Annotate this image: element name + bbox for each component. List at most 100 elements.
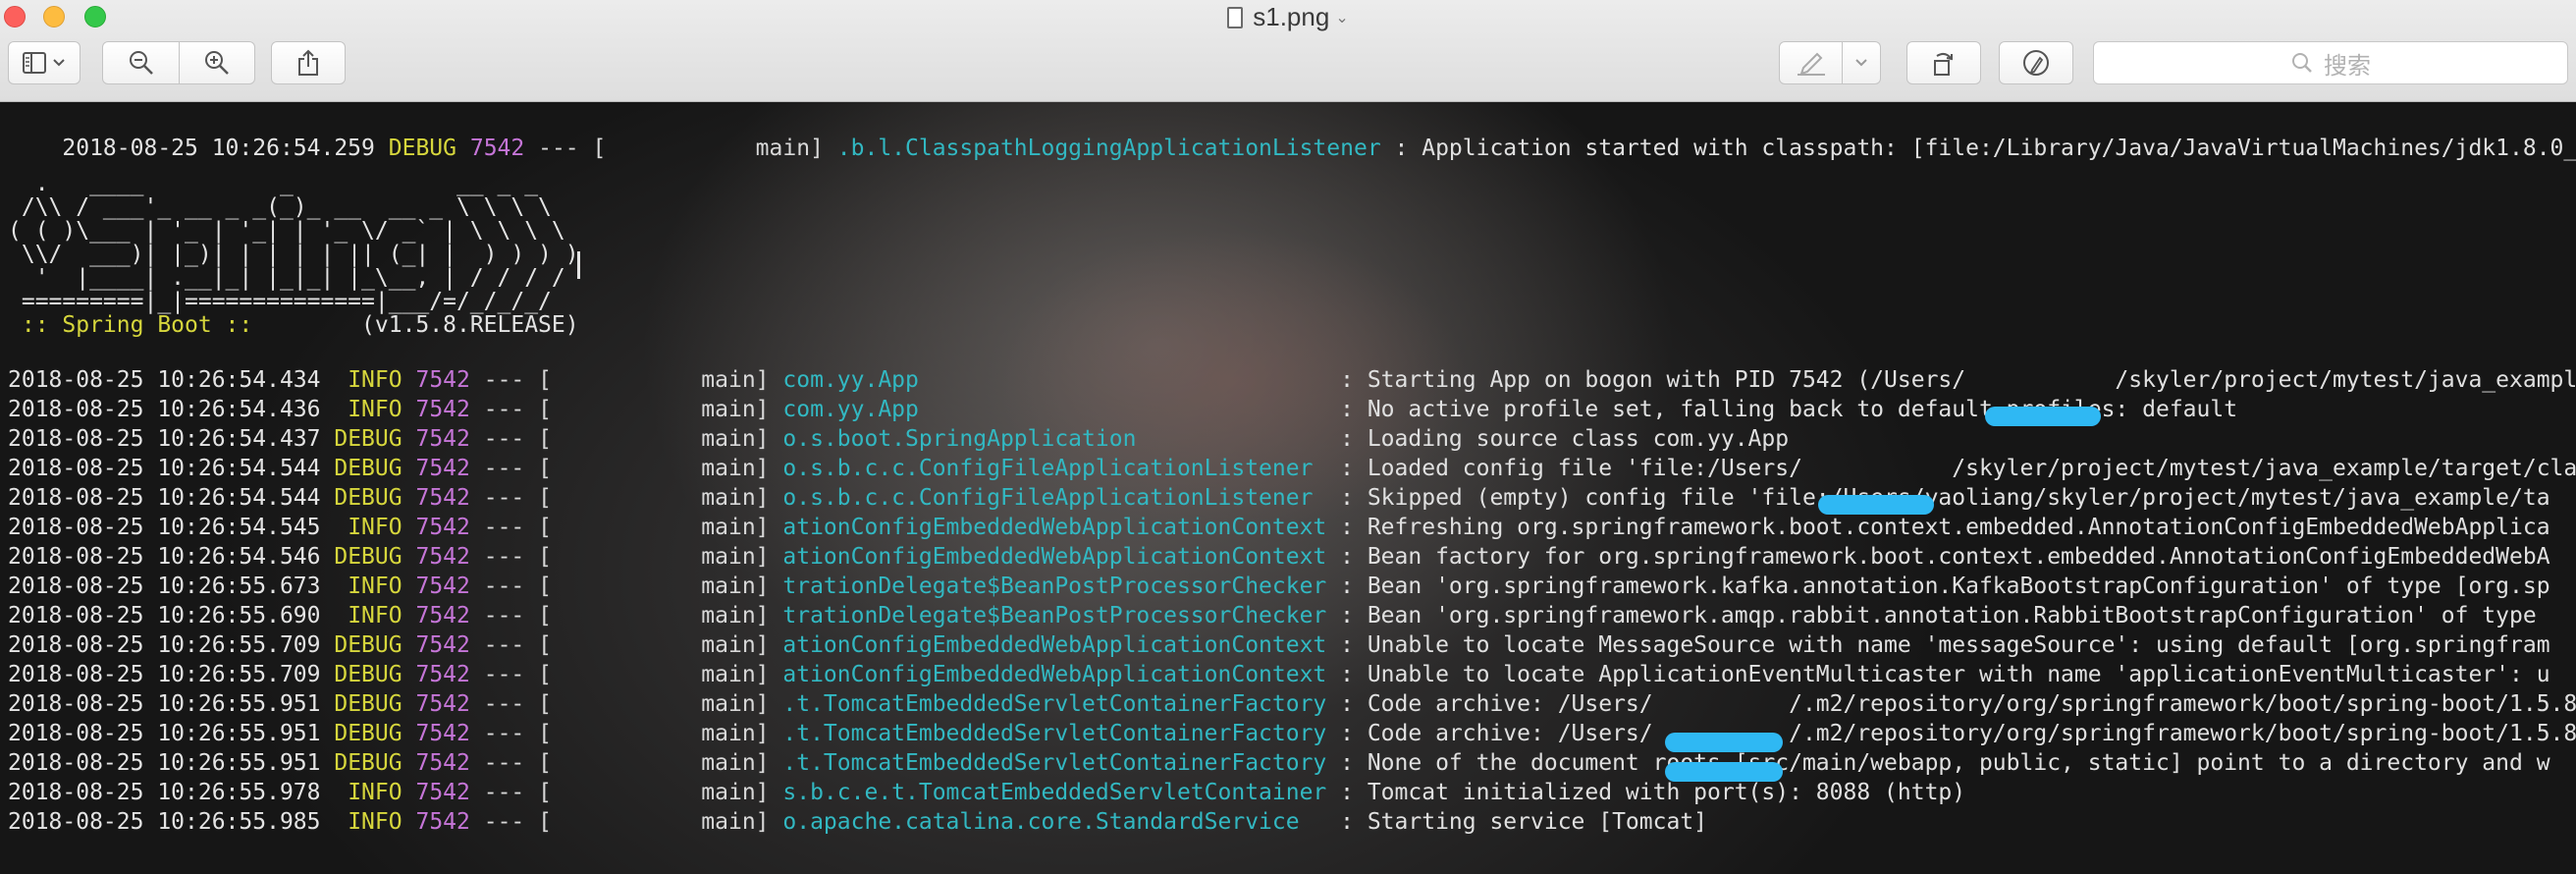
log-message: : Starting App on bogon with PID 7542 (/… (1340, 367, 2576, 393)
log-separator: --- (483, 426, 525, 452)
log-pid: 7542 (469, 136, 525, 161)
log-timestamp: 2018-08-25 10:26:55.951 (8, 750, 321, 776)
log-pid: 7542 (415, 515, 470, 540)
share-button[interactable] (271, 41, 346, 84)
log-line: 2018-08-25 10:26:54.434 INFO 7542 --- [ … (8, 365, 2576, 395)
rotate-button[interactable] (1906, 41, 1981, 84)
log-message: : Loaded config file 'file:/Users/ /skyl… (1340, 456, 2576, 481)
log-thread: [ main] (538, 456, 770, 481)
log-logger: com.yy.App (782, 397, 1327, 422)
terminal-log-view: 2018-08-25 10:26:54.259 DEBUG 7542 --- [… (0, 102, 2576, 874)
log-logger: trationDelegate$BeanPostProcessorChecker (782, 603, 1327, 628)
log-separator: --- (483, 544, 525, 570)
log-line: 2018-08-25 10:26:54.544 DEBUG 7542 --- [… (8, 483, 2550, 513)
markup-pen-button[interactable] (1780, 42, 1843, 83)
log-thread: [ main] (538, 574, 770, 599)
log-level: DEBUG (334, 662, 402, 687)
log-thread: [ main] (538, 426, 770, 452)
markup-dropdown-button[interactable] (1843, 42, 1880, 83)
log-level: DEBUG (334, 544, 402, 570)
log-line: 2018-08-25 10:26:55.690 INFO 7542 --- [ … (8, 601, 2537, 630)
redaction-mark (1818, 495, 1934, 515)
log-level: DEBUG (334, 632, 402, 658)
log-line: 2018-08-25 10:26:54.436 INFO 7542 --- [ … (8, 395, 2237, 424)
log-timestamp: 2018-08-25 10:26:54.546 (8, 544, 321, 570)
log-level: DEBUG (334, 426, 402, 452)
log-timestamp: 2018-08-25 10:26:55.978 (8, 780, 321, 805)
log-timestamp: 2018-08-25 10:26:55.709 (8, 662, 321, 687)
chevron-down-icon (1855, 59, 1867, 67)
log-pid: 7542 (415, 691, 470, 717)
log-level: INFO (334, 397, 402, 422)
log-level: INFO (334, 515, 402, 540)
log-timestamp: 2018-08-25 10:26:55.690 (8, 603, 321, 628)
share-icon (298, 49, 318, 76)
log-level: DEBUG (334, 721, 402, 746)
zoom-out-icon (129, 51, 153, 75)
log-logger: .t.TomcatEmbeddedServletContainerFactory (782, 721, 1327, 746)
log-timestamp: 2018-08-25 10:26:54.259 (62, 136, 375, 161)
log-line: 2018-08-25 10:26:55.709 DEBUG 7542 --- [… (8, 630, 2550, 660)
zoom-in-button[interactable] (180, 42, 254, 83)
document-icon (1227, 7, 1244, 28)
log-thread: [ main] (538, 721, 770, 746)
log-separator: --- (483, 603, 525, 628)
log-timestamp: 2018-08-25 10:26:54.544 (8, 485, 321, 511)
log-line: 2018-08-25 10:26:54.259 DEBUG 7542 --- [… (8, 104, 2576, 161)
log-logger: o.s.b.c.c.ConfigFileApplicationListener (782, 456, 1327, 481)
log-pid: 7542 (415, 603, 470, 628)
log-pid: 7542 (415, 456, 470, 481)
log-message: : Refreshing org.springframework.boot.co… (1340, 515, 2550, 540)
redaction-mark (1665, 762, 1783, 782)
log-pid: 7542 (415, 397, 470, 422)
log-message: : None of the document roots [src/main/w… (1340, 750, 2550, 776)
log-separator: --- (483, 662, 525, 687)
annotate-button[interactable] (1999, 41, 2073, 84)
log-timestamp: 2018-08-25 10:26:54.437 (8, 426, 321, 452)
log-thread: [ main] (538, 544, 770, 570)
spring-boot-version: (v1.5.8.RELEASE) (266, 312, 579, 338)
log-level: DEBUG (388, 136, 456, 161)
log-separator: --- (483, 574, 525, 599)
log-logger: o.s.b.c.c.ConfigFileApplicationListener (782, 485, 1327, 511)
log-message: : Tomcat initialized with port(s): 8088 … (1340, 780, 1966, 805)
zoom-out-button[interactable] (103, 42, 180, 83)
log-line: 2018-08-25 10:26:55.673 INFO 7542 --- [ … (8, 572, 2550, 601)
log-line: 2018-08-25 10:26:54.546 DEBUG 7542 --- [… (8, 542, 2550, 572)
log-thread: [ main] (538, 397, 770, 422)
log-separator: --- (483, 721, 525, 746)
log-line: 2018-08-25 10:26:55.978 INFO 7542 --- [ … (8, 778, 1965, 807)
log-timestamp: 2018-08-25 10:26:54.436 (8, 397, 321, 422)
log-line: 2018-08-25 10:26:54.437 DEBUG 7542 --- [… (8, 424, 1789, 454)
log-pid: 7542 (415, 485, 470, 511)
log-pid: 7542 (415, 367, 470, 393)
log-level: DEBUG (334, 485, 402, 511)
log-thread: [ main] (538, 662, 770, 687)
log-pid: 7542 (415, 632, 470, 658)
log-level: DEBUG (334, 456, 402, 481)
spring-boot-version-line: :: Spring Boot :: (v1.5.8.RELEASE) (8, 310, 579, 340)
log-logger: ationConfigEmbeddedWebApplicationContext (782, 515, 1327, 540)
sidebar-toggle-button[interactable] (8, 41, 80, 84)
window-title[interactable]: s1.png ⌄ (0, 2, 2576, 33)
log-line: 2018-08-25 10:26:55.951 DEBUG 7542 --- [… (8, 748, 2550, 778)
log-message: : Bean factory for org.springframework.b… (1340, 544, 2550, 570)
log-thread: [ main] (538, 750, 770, 776)
log-message: : Loading source class com.yy.App (1340, 426, 1790, 452)
log-timestamp: 2018-08-25 10:26:55.985 (8, 809, 321, 835)
log-level: INFO (334, 574, 402, 599)
log-timestamp: 2018-08-25 10:26:55.951 (8, 691, 321, 717)
log-logger: .b.l.ClasspathLoggingApplicationListener (836, 136, 1381, 161)
log-logger: com.yy.App (782, 367, 1327, 393)
log-thread: [ main] (538, 485, 770, 511)
log-line: 2018-08-25 10:26:55.985 INFO 7542 --- [ … (8, 807, 1707, 837)
log-separator: --- (483, 456, 525, 481)
log-line: 2018-08-25 10:26:55.951 DEBUG 7542 --- [… (8, 689, 2576, 719)
redaction-mark (1665, 733, 1783, 752)
log-separator: --- (483, 515, 525, 540)
search-input[interactable]: 搜索 (2093, 41, 2568, 84)
log-message: : Code archive: /Users/ /.m2/repository/… (1340, 721, 2576, 746)
log-level: DEBUG (334, 750, 402, 776)
zoom-button-group (102, 41, 255, 84)
log-pid: 7542 (415, 426, 470, 452)
